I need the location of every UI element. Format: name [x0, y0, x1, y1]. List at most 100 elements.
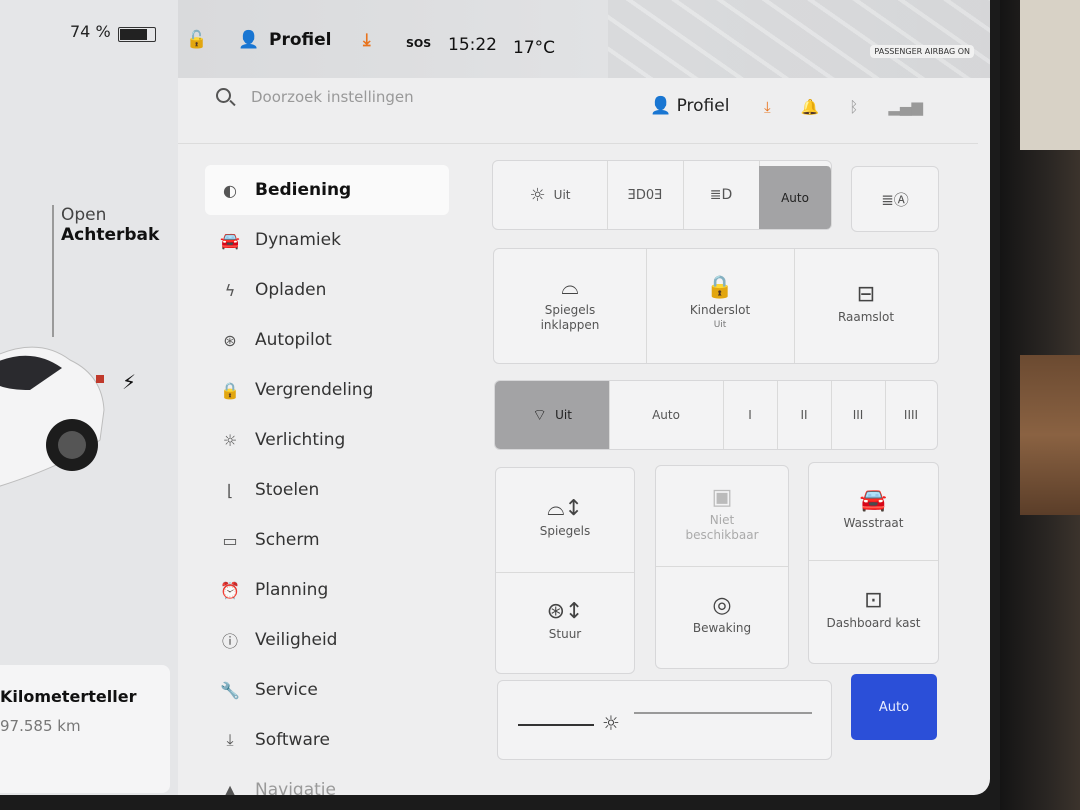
wiper-icon: ⌔ [532, 405, 548, 424]
car-status-panel: 74 % Open Achterbak ⚡ Kilometerteller 97… [0, 0, 178, 795]
wipers-speed-4-button[interactable]: IIII [885, 381, 937, 449]
warning-icon: ⓘ [221, 632, 238, 651]
odometer-value: 97.585 km [0, 717, 81, 735]
wipers-speed-2-button[interactable]: II [777, 381, 832, 449]
steering-adjust-button[interactable]: ⊛↕ Stuur [496, 572, 634, 673]
navigation-icon: ▲ [223, 780, 237, 796]
menu-item-verlichting[interactable]: ☼ Verlichting [205, 415, 449, 465]
brightness-icon[interactable]: ☼ [602, 711, 620, 735]
parking-lights-icon: ƎD0Ǝ [627, 187, 663, 203]
unavailable-tile: ▣ Niet beschikbaar [656, 466, 788, 567]
low-beam-icon: ≣D [709, 187, 733, 203]
bolt-icon: ϟ [224, 280, 236, 300]
child-lock-icon: 🔒 [706, 274, 734, 300]
adjust-group: ⌓↕ Spiegels ⊛↕ Stuur [495, 467, 635, 674]
auto-high-beam-button[interactable]: ≣Ⓐ [851, 166, 939, 232]
download-icon[interactable]: ⤓ [764, 98, 771, 116]
clock: 15:22 [448, 35, 497, 55]
menu-item-navigatie[interactable]: ▲ Navigatie [205, 765, 449, 795]
status-profile-label[interactable]: Profiel [269, 30, 331, 50]
steering-wheel-icon: ⊛ [223, 330, 237, 350]
sentry-mode-button[interactable]: ◎ Bewaking [656, 566, 788, 668]
menu-item-autopilot[interactable]: ⊛ Autopilot [205, 315, 449, 365]
camera-group: ▣ Niet beschikbaar ◎ Bewaking [655, 465, 789, 669]
settings-header: Doorzoek instellingen 👤 Profiel ⤓ 🔔 ᛒ ▂▄▆ [178, 78, 978, 144]
battery-percent: 74 % [70, 22, 111, 41]
menu-item-software[interactable]: ⤓ Software [205, 715, 449, 765]
search-icon [216, 88, 231, 103]
wipers-auto-button[interactable]: Auto [609, 381, 724, 449]
lock-icon[interactable]: 🔓 [186, 30, 207, 50]
mirrors-adjust-button[interactable]: ⌓↕ Spiegels [496, 468, 634, 573]
parking-lights-button[interactable]: ƎD0Ǝ [607, 161, 684, 229]
trunk-open-button[interactable]: Open Achterbak [52, 205, 159, 337]
header-profile-button[interactable]: 👤 Profiel [650, 96, 729, 116]
menu-item-stoelen[interactable]: ⌊ Stoelen [205, 465, 449, 515]
menu-item-opladen[interactable]: ϟ Opladen [205, 265, 449, 315]
child-lock-button[interactable]: 🔒 Kinderslot Uit [646, 249, 795, 363]
bell-icon[interactable]: 🔔 [801, 98, 820, 116]
map-background [608, 0, 990, 78]
menu-item-scherm[interactable]: ▭ Scherm [205, 515, 449, 565]
download-icon: ⤓ [226, 730, 234, 749]
glovebox-button[interactable]: ⊡ Dashboard kast [809, 560, 938, 663]
low-beam-button[interactable]: ≣D [683, 161, 760, 229]
car-wash-button[interactable]: 🚘 Wasstraat [809, 463, 938, 561]
battery-icon [118, 27, 156, 42]
lights-auto-button[interactable]: Auto [759, 166, 832, 229]
menu-item-planning[interactable]: ⏰ Planning [205, 565, 449, 615]
lights-off-button[interactable]: ☼ Uit [493, 161, 608, 229]
brightness-auto-button[interactable]: Auto [851, 674, 937, 740]
light-icon: ☼ [222, 430, 238, 450]
car-interior-background [1000, 0, 1080, 810]
charging-bolt-icon: ⚡ [122, 370, 137, 394]
bluetooth-icon[interactable]: ᛒ [849, 98, 858, 116]
trunk-open-label: Open [61, 205, 107, 225]
update-download-icon[interactable]: ⤓ [363, 30, 371, 50]
menu-item-service[interactable]: 🔧 Service [205, 665, 449, 715]
headlights-control: ☼ Uit ƎD0Ǝ ≣D Auto [492, 160, 832, 230]
menu-item-dynamiek[interactable]: 🚘 Dynamiek [205, 215, 449, 265]
car-wash-icon: 🚘 [859, 487, 888, 513]
temperature: 17°C [513, 38, 556, 58]
odometer-card: Kilometerteller 97.585 km [0, 665, 170, 793]
sun-icon: ☼ [529, 184, 546, 206]
settings-search[interactable]: Doorzoek instellingen [216, 88, 414, 106]
odometer-label: Kilometerteller [0, 687, 137, 706]
menu-item-bediening[interactable]: ◐ Bediening [205, 165, 449, 215]
car-icon: 🚘 [220, 230, 240, 250]
locks-tiles: ⌓ Spiegels inklappen 🔒 Kinderslot Uit ⊟ Raam… [493, 248, 939, 364]
wipers-speed-3-button[interactable]: III [831, 381, 886, 449]
brightness-track-filled [518, 724, 594, 726]
brightness-track [634, 712, 812, 714]
profile-icon: 👤 [650, 96, 677, 116]
brightness-slider[interactable]: ☼ [497, 680, 832, 760]
mirror-icon: ⌓ [561, 274, 579, 300]
window-lock-button[interactable]: ⊟ Raamslot [794, 249, 938, 363]
display-icon: ▭ [222, 530, 238, 550]
mirror-adjust-icon: ⌓↕ [547, 496, 583, 521]
glovebox-icon: ⊡ [864, 587, 883, 613]
extras-group: 🚘 Wasstraat ⊡ Dashboard kast [808, 462, 939, 664]
settings-menu: ◐ Bediening 🚘 Dynamiek ϟ Opladen ⊛ Autopilot… [205, 165, 465, 795]
wrench-icon: 🔧 [220, 680, 240, 700]
sentry-icon: ◎ [712, 593, 732, 618]
status-bar: 🔓 👤 Profiel ⤓ SOS 15:22 17°C PASSENGER A… [178, 0, 990, 78]
camera-icon: ▣ [711, 484, 733, 510]
passenger-airbag-indicator: PASSENGER AIRBAG ON [870, 45, 974, 58]
trunk-label: Achterbak [61, 225, 160, 245]
lte-signal-icon: ▂▄▆ [888, 98, 923, 116]
window-lock-icon: ⊟ [856, 282, 876, 307]
menu-item-vergrendeling[interactable]: 🔒 Vergrendeling [205, 365, 449, 415]
alarm-icon: ⏰ [220, 580, 240, 600]
wipers-off-button[interactable]: ⌔ Uit [495, 381, 610, 449]
fold-mirrors-button[interactable]: ⌓ Spiegels inklappen [494, 249, 647, 363]
menu-item-veiligheid[interactable]: ⓘ Veiligheid [205, 615, 449, 665]
wipers-control: ⌔ Uit Auto I II III IIII [494, 380, 938, 450]
search-input[interactable]: Doorzoek instellingen [251, 88, 414, 106]
sos-button[interactable]: SOS [406, 37, 431, 50]
profile-icon[interactable]: 👤 [238, 30, 259, 50]
seat-icon: ⌊ [226, 480, 234, 500]
wipers-speed-1-button[interactable]: I [723, 381, 778, 449]
lock-icon: 🔒 [220, 380, 240, 400]
